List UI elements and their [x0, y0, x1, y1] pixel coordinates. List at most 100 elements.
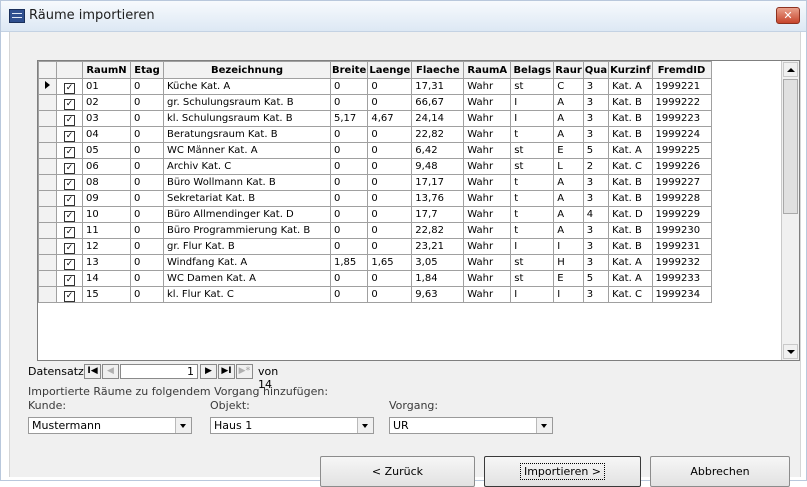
table-cell-qua[interactable]: 5: [582, 142, 610, 159]
column-header-checkbox[interactable]: [56, 61, 83, 79]
table-row[interactable]: ✓ 09 0 Sekretariat Kat. B 0 0 13,76 Wahr t A 3 Kat.…: [38, 190, 712, 207]
table-cell-kurzinf[interactable]: Kat. B: [608, 222, 653, 239]
current-record-input[interactable]: 1: [120, 364, 198, 379]
table-cell-laenge[interactable]: 0: [367, 94, 413, 111]
table-cell-kurzinf[interactable]: Kat. A: [608, 78, 653, 95]
table-cell-bezeichnung[interactable]: Büro Allmendinger Kat. D: [163, 206, 331, 223]
table-cell-raumnr[interactable]: 08: [82, 174, 131, 191]
table-cell-raumart[interactable]: Wahr: [463, 142, 512, 159]
table-cell-fremdid[interactable]: 1999227: [651, 174, 712, 191]
table-cell-etage[interactable]: 0: [130, 174, 164, 191]
record-selector[interactable]: [38, 94, 57, 111]
record-selector[interactable]: [38, 270, 57, 287]
table-cell-raum[interactable]: H: [553, 254, 584, 271]
table-cell-raumnr[interactable]: 15: [82, 286, 131, 303]
table-row[interactable]: ✓ 13 0 Windfang Kat. A 1,85 1,65 3,05 Wahr st H 3 K…: [38, 254, 712, 271]
objekt-combobox[interactable]: Haus 1: [210, 417, 374, 434]
table-row[interactable]: ✓ 05 0 WC Männer Kat. A 0 0 6,42 Wahr st E 5 Kat. A…: [38, 142, 712, 159]
table-cell-kurzinf[interactable]: Kat. C: [608, 158, 653, 175]
table-cell-kurzinf[interactable]: Kat. B: [608, 94, 653, 111]
table-cell-kurzinf[interactable]: Kat. A: [608, 270, 653, 287]
table-cell-kurzinf[interactable]: Kat. D: [608, 206, 653, 223]
table-cell-etage[interactable]: 0: [130, 238, 164, 255]
table-cell-raumart[interactable]: Wahr: [463, 78, 512, 95]
table-cell-raumnr[interactable]: 04: [82, 126, 131, 143]
table-cell-fremdid[interactable]: 1999232: [651, 254, 712, 271]
table-cell-belags[interactable]: st: [510, 78, 555, 95]
table-cell-belags[interactable]: st: [510, 158, 555, 175]
table-cell-etage[interactable]: 0: [130, 142, 164, 159]
scroll-up-arrow-icon[interactable]: [783, 62, 798, 77]
table-cell-flaeche[interactable]: 24,14: [411, 110, 465, 127]
column-header[interactable]: Qua: [582, 61, 610, 79]
record-selector[interactable]: [38, 238, 57, 255]
select-all-corner[interactable]: [38, 61, 57, 79]
last-record-button[interactable]: ▶I: [218, 364, 235, 379]
table-cell-raum[interactable]: I: [553, 238, 584, 255]
table-cell-etage[interactable]: 0: [130, 206, 164, 223]
table-cell-kurzinf[interactable]: Kat. B: [608, 126, 653, 143]
table-cell-qua[interactable]: 3: [582, 94, 610, 111]
table-cell-raumnr[interactable]: 11: [82, 222, 131, 239]
table-cell-laenge[interactable]: 0: [367, 78, 413, 95]
import-checkbox[interactable]: ✓: [64, 130, 75, 142]
table-cell-fremdid[interactable]: 1999233: [651, 270, 712, 287]
table-cell-bezeichnung[interactable]: gr. Flur Kat. B: [163, 238, 331, 255]
column-header[interactable]: FremdID: [651, 61, 712, 79]
table-cell-raumart[interactable]: Wahr: [463, 238, 512, 255]
table-cell-raumnr[interactable]: 01: [82, 78, 131, 95]
table-cell-qua[interactable]: 3: [582, 110, 610, 127]
table-cell-laenge[interactable]: 0: [367, 222, 413, 239]
import-checkbox[interactable]: ✓: [64, 258, 75, 270]
table-cell-kurzinf[interactable]: Kat. B: [608, 174, 653, 191]
import-button[interactable]: Importieren >: [484, 456, 641, 487]
table-cell-raumart[interactable]: Wahr: [463, 126, 512, 143]
table-cell-raumart[interactable]: Wahr: [463, 270, 512, 287]
title-bar[interactable]: Räume importieren ✕: [1, 1, 806, 32]
table-cell-belags[interactable]: t: [510, 222, 555, 239]
table-cell-raum[interactable]: L: [553, 158, 584, 175]
import-checkbox[interactable]: ✓: [64, 274, 75, 286]
table-cell-bezeichnung[interactable]: Windfang Kat. A: [163, 254, 331, 271]
table-cell-laenge[interactable]: 0: [367, 206, 413, 223]
table-cell-laenge[interactable]: 0: [367, 270, 413, 287]
import-checkbox[interactable]: ✓: [64, 82, 75, 94]
table-cell-raum[interactable]: A: [553, 174, 584, 191]
table-cell-raumnr[interactable]: 05: [82, 142, 131, 159]
table-cell-qua[interactable]: 2: [582, 158, 610, 175]
table-cell-fremdid[interactable]: 1999230: [651, 222, 712, 239]
import-checkbox[interactable]: ✓: [64, 146, 75, 158]
table-cell-flaeche[interactable]: 6,42: [411, 142, 465, 159]
record-selector[interactable]: [38, 190, 57, 207]
column-header[interactable]: Raur: [553, 61, 584, 79]
table-cell-kurzinf[interactable]: Kat. B: [608, 110, 653, 127]
chevron-down-icon[interactable]: [175, 418, 191, 433]
table-cell-etage[interactable]: 0: [130, 126, 164, 143]
table-cell-raum[interactable]: A: [553, 206, 584, 223]
column-header[interactable]: Belags: [510, 61, 555, 79]
table-cell-belags[interactable]: I: [510, 94, 555, 111]
table-cell-raum[interactable]: E: [553, 142, 584, 159]
scroll-down-arrow-icon[interactable]: [783, 344, 798, 359]
table-cell-laenge[interactable]: 1,65: [367, 254, 413, 271]
table-cell-raumnr[interactable]: 12: [82, 238, 131, 255]
table-cell-belags[interactable]: I: [510, 110, 555, 127]
table-cell-etage[interactable]: 0: [130, 78, 164, 95]
table-cell-breite[interactable]: 0: [329, 158, 369, 175]
table-cell-kurzinf[interactable]: Kat. A: [608, 254, 653, 271]
cancel-button[interactable]: Abbrechen: [650, 456, 790, 487]
table-cell-raum[interactable]: E: [553, 270, 584, 287]
table-cell-fremdid[interactable]: 1999224: [651, 126, 712, 143]
table-cell-qua[interactable]: 3: [582, 174, 610, 191]
column-header[interactable]: Flaeche: [411, 61, 465, 79]
table-cell-flaeche[interactable]: 17,7: [411, 206, 465, 223]
import-checkbox[interactable]: ✓: [64, 226, 75, 238]
table-cell-etage[interactable]: 0: [130, 110, 164, 127]
table-cell-raumart[interactable]: Wahr: [463, 286, 512, 303]
table-cell-raumart[interactable]: Wahr: [463, 254, 512, 271]
table-cell-laenge[interactable]: 0: [367, 238, 413, 255]
table-cell-belags[interactable]: t: [510, 174, 555, 191]
table-cell-raumart[interactable]: Wahr: [463, 110, 512, 127]
table-cell-laenge[interactable]: 0: [367, 174, 413, 191]
record-selector[interactable]: [38, 254, 57, 271]
